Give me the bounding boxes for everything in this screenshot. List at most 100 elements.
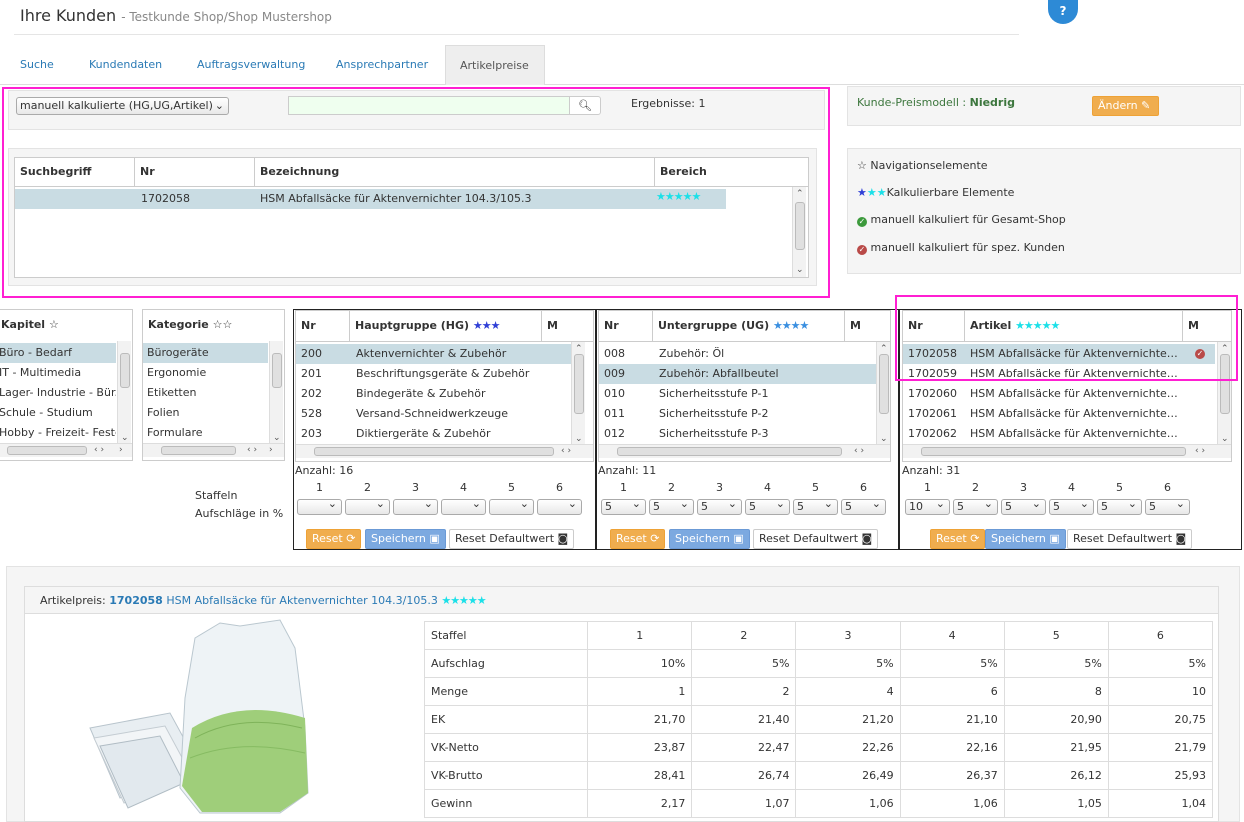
ug-reset-default-button[interactable]: Reset Defaultwert ◙ [753,529,879,549]
ug-hscroll[interactable]: ‹ › [599,444,890,458]
price-cell: 1 [587,677,693,706]
hg-col-name[interactable]: Hauptgruppe (HG) ★★★ [350,311,542,341]
hg-aufschlag-select[interactable] [441,497,486,515]
price-cell: 1,06 [795,789,901,818]
price-row-label: VK-Brutto [423,761,589,790]
tab-ansprechpartner[interactable]: Ansprechpartner [336,45,428,85]
hg-reset-default-button[interactable]: Reset Defaultwert ◙ [449,529,575,549]
hg-col-m[interactable]: M [542,311,593,341]
table-row: Staffel 1 2 3 4 5 6 [423,621,1214,650]
hg-aufschlag-select[interactable] [297,497,342,515]
table-row[interactable]: 203 Diktiergeräte & Zubehör [296,424,571,444]
price-table: Staffel 1 2 3 4 5 6 Aufschlag 10% 5% 5% 5% 5% 5% Menge… [423,621,1214,818]
list-item[interactable]: Etiketten [143,383,268,403]
hg-aufschlag-select[interactable] [345,497,390,515]
product-image [89,619,309,814]
art-count: Anzahl: 31 [902,464,961,477]
ug-aufschlag-select[interactable]: 5 [793,497,838,515]
price-cell: 1 [587,621,693,650]
table-row[interactable]: 1702062 HSM Abfallsäcke für Aktenvernicht… [903,424,1215,444]
price-cell: 5% [1107,649,1214,678]
hg-aufschlag-select[interactable] [537,497,582,515]
price-row-label: VK-Netto [423,733,589,762]
art-reset-button[interactable]: Reset ⟳ [930,529,986,549]
table-row[interactable]: 528 Versand-Schneidwerkzeuge [296,404,571,424]
table-row[interactable]: 008 Zubehör: Öl [599,344,876,364]
table-row[interactable]: 012 Sicherheitsstufe P-3 [599,424,876,444]
price-cell: 26,37 [899,761,1005,790]
price-cell: 6 [1107,621,1214,650]
table-row[interactable]: 202 Bindegeräte & Zubehör [296,384,571,404]
table-row[interactable]: 201 Beschriftungsgeräte & Zubehör [296,364,571,384]
articleprice-name: HSM Abfallsäcke für Aktenvernichter 104.… [166,594,438,607]
tab-auftragsverwaltung[interactable]: Auftragsverwaltung [197,45,305,85]
price-cell: 5 [1003,621,1109,650]
kategorie-vscroll[interactable]: ⌄ [269,341,283,443]
ug-vscroll[interactable]: ⌃ ⌄ [876,342,890,444]
ug-col-nr[interactable]: Nr [599,311,653,341]
art-hscroll[interactable]: ‹ › [903,444,1231,458]
price-cell: 21,10 [899,705,1005,734]
art-aufschlag-select[interactable]: 5 [1145,497,1190,515]
tab-artikelpreise[interactable]: Artikelpreise [445,45,545,85]
tab-kundendaten[interactable]: Kundendaten [89,45,162,85]
table-row[interactable]: 200 Aktenvernichter & Zubehör [296,344,571,364]
legend-shop: ✓ manuell kalkuliert für Gesamt-Shop [857,213,1066,227]
ug-reset-button[interactable]: Reset ⟳ [610,529,666,549]
price-cell: 3 [795,621,901,650]
change-button[interactable]: Ändern ✎ [1092,96,1159,116]
art-aufschlag-select[interactable]: 5 [1097,497,1142,515]
help-button[interactable]: ? [1048,0,1078,24]
art-aufschlag-select[interactable]: 5 [1049,497,1094,515]
kategorie-hscroll[interactable]: ‹ › › [143,443,284,457]
list-item[interactable]: Hobby - Freizeit- Feste [0,423,116,443]
list-item[interactable]: Schule - Studium [0,403,116,423]
ug-aufschlag-select[interactable]: 5 [697,497,742,515]
ug-aufschlag-select[interactable]: 5 [841,497,886,515]
table-row[interactable]: 009 Zubehör: Abfallbeutel [599,364,876,384]
list-item[interactable]: Bürogeräte [143,343,268,363]
table-row[interactable]: 1702060 HSM Abfallsäcke für Aktenvernicht… [903,384,1215,404]
price-row-label: Aufschlag [423,649,589,678]
tab-bar: Suche Kundendaten Auftragsverwaltung Ans… [0,45,1244,85]
ug-save-button[interactable]: Speichern ▣ [669,529,750,549]
price-cell: 10 [1107,677,1214,706]
art-staffel-number: 5 [1116,481,1123,494]
list-item[interactable]: Ergonomie [143,363,268,383]
star-outline-icon: ☆ [857,159,867,172]
edit-icon: ✎ [1141,99,1151,112]
art-reset-default-button[interactable]: Reset Defaultwert ◙ [1067,529,1193,549]
ug-col-m[interactable]: M [845,311,890,341]
table-row[interactable]: 010 Sicherheitsstufe P-1 [599,384,876,404]
art-aufschlag-select[interactable]: 5 [1001,497,1046,515]
list-item[interactable]: Formulare [143,423,268,443]
art-save-button[interactable]: Speichern ▣ [985,529,1066,549]
kapitel-hscroll[interactable]: ‹ › › [0,443,132,457]
hg-hscroll[interactable]: ‹ › [296,444,593,458]
art-aufschlag-select[interactable]: 5 [953,497,998,515]
hg-aufschlag-select[interactable] [393,497,438,515]
tab-suche[interactable]: Suche [20,45,54,85]
ug-aufschlag-select[interactable]: 5 [601,497,646,515]
ug-col-name[interactable]: Untergruppe (UG) ★★★★ [653,311,845,341]
kapitel-vscroll[interactable]: ⌄ [117,341,131,443]
ug-staffel-number: 2 [668,481,675,494]
list-item[interactable]: Büro - Bedarf [0,343,116,363]
hg-aufschlag-select[interactable] [489,497,534,515]
art-aufschlag-select[interactable]: 10 [905,497,950,515]
ug-aufschlag-select[interactable]: 5 [745,497,790,515]
list-item[interactable]: Folien [143,403,268,423]
table-row[interactable]: 1702061 HSM Abfallsäcke für Aktenvernicht… [903,404,1215,424]
hg-reset-button[interactable]: Reset ⟳ [306,529,362,549]
list-item[interactable]: IT - Multimedia [0,363,116,383]
table-row: Menge 1 2 4 6 8 10 [423,677,1214,706]
list-item[interactable]: Lager- Industrie - Bür. [0,383,116,403]
table-row[interactable]: 011 Sicherheitsstufe P-2 [599,404,876,424]
hg-col-nr[interactable]: Nr [296,311,350,341]
ug-staffel-number: 3 [716,481,723,494]
price-cell: 6 [899,677,1005,706]
hg-save-button[interactable]: Speichern ▣ [365,529,446,549]
hg-staffel-number: 6 [556,481,563,494]
hg-vscroll[interactable]: ⌃ ⌄ [571,342,585,444]
ug-aufschlag-select[interactable]: 5 [649,497,694,515]
